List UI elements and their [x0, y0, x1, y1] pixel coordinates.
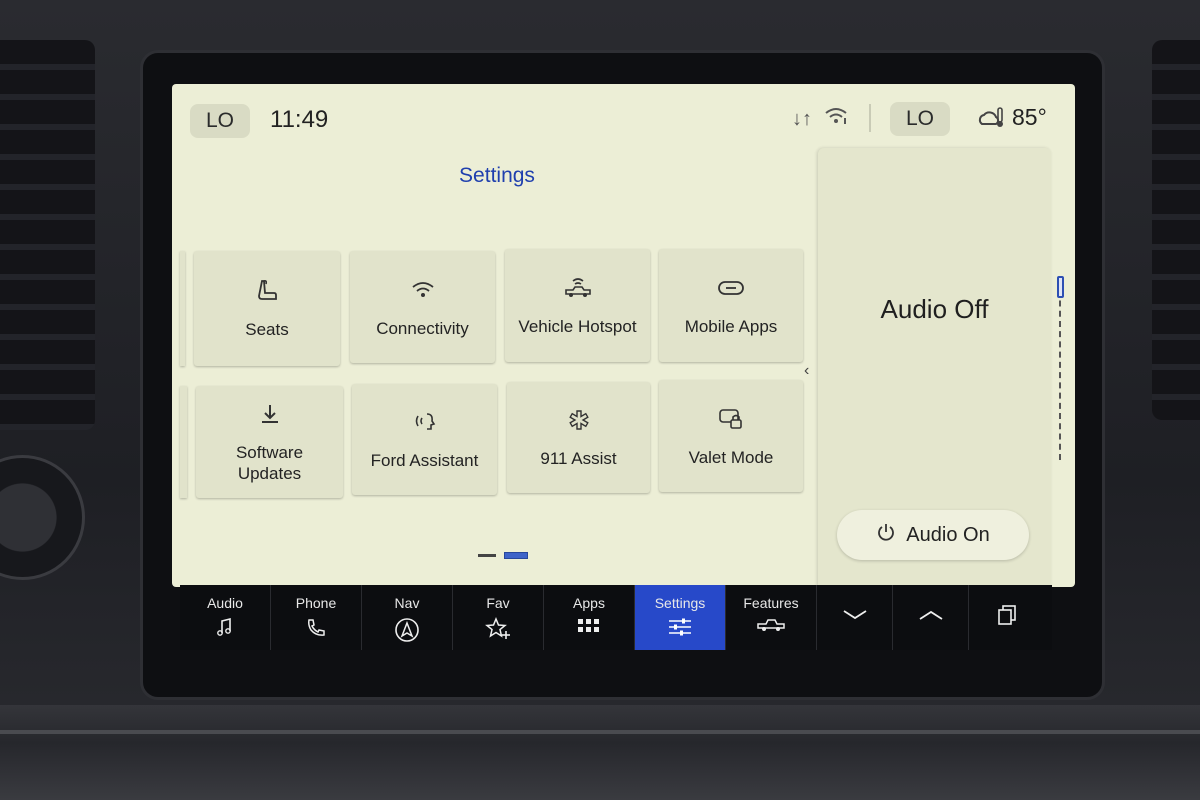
nav-label: Features [743, 595, 799, 611]
overlapping-windows-icon [997, 604, 1017, 631]
nav-label: Apps [573, 595, 605, 611]
vehicle-hotspot-icon [563, 274, 593, 302]
tile-mobile-apps[interactable]: Mobile Apps [659, 249, 803, 362]
scroll-down-button[interactable] [817, 585, 893, 650]
sliders-icon [667, 617, 693, 642]
nav-label: Phone [295, 595, 337, 611]
page-title: Settings [459, 164, 535, 187]
tile-label: Seats [245, 320, 289, 339]
phone-icon [305, 617, 327, 644]
nav-apps[interactable]: Apps [544, 585, 635, 650]
multitask-button[interactable] [969, 585, 1045, 650]
dashboard-trim-line [0, 730, 1200, 734]
audio-on-button[interactable]: Audio On [837, 510, 1029, 560]
status-bar: LO 11:49 ↓↑ LO 85° [172, 84, 1075, 150]
left-air-vent [0, 40, 95, 430]
tile-ford-assistant[interactable]: Ford Assistant [352, 384, 497, 495]
tile-vehicle-hotspot[interactable]: Vehicle Hotspot [505, 249, 650, 362]
voice-assistant-icon [413, 408, 437, 436]
driver-temp-badge[interactable]: LO [190, 104, 250, 138]
previous-page-tile-edge [180, 251, 185, 366]
seat-icon [254, 277, 280, 305]
audio-on-label: Audio On [906, 523, 990, 546]
apps-grid-icon [577, 617, 601, 640]
link-icon [717, 274, 745, 302]
chevron-down-icon [842, 608, 868, 627]
scrollbar-thumb[interactable] [1057, 276, 1064, 298]
emergency-icon [567, 406, 591, 434]
star-plus-icon [485, 617, 511, 646]
tile-label: Connectivity [376, 318, 469, 338]
page-dot[interactable] [478, 554, 496, 557]
valet-lock-icon [718, 405, 744, 433]
bottom-nav-bar: Audio Phone Nav Fav Apps Settings Featur… [180, 585, 1052, 650]
scroll-up-button[interactable] [893, 585, 969, 650]
tile-label: Software Updates [235, 443, 304, 483]
panel-collapse-chevron-icon[interactable]: ‹ [804, 362, 809, 380]
wifi-icon [411, 276, 435, 304]
tile-seats[interactable]: Seats [194, 251, 340, 366]
audio-status: Audio Off [880, 294, 989, 324]
outside-temperature: 85° [1012, 104, 1047, 130]
nav-settings[interactable]: Settings [635, 585, 726, 650]
tile-software-updates[interactable]: Software Updates [196, 386, 343, 498]
infotainment-screen: LO 11:49 ↓↑ LO 85° Settings Seats Connec… [172, 84, 1075, 587]
nav-label: Fav [486, 595, 510, 611]
right-air-vent [1152, 40, 1200, 420]
truck-icon [756, 617, 786, 638]
nav-phone[interactable]: Phone [271, 585, 362, 650]
music-note-icon [215, 617, 235, 642]
weather-cloud-thermometer-icon [976, 106, 1006, 135]
power-icon [876, 522, 896, 548]
dashboard-lower-trim [0, 705, 1200, 800]
nav-label: Nav [394, 595, 420, 611]
nav-features[interactable]: Features [726, 585, 817, 650]
nav-nav[interactable]: Nav [362, 585, 453, 650]
audio-side-panel: Audio Off Audio On [818, 148, 1051, 587]
tile-label: 911 Assist [540, 449, 617, 468]
clock: 11:49 [270, 106, 329, 133]
tile-label: Ford Assistant [370, 451, 479, 470]
tile-valet-mode[interactable]: Valet Mode [659, 380, 803, 492]
data-transfer-icon: ↓↑ [792, 108, 812, 130]
navigation-icon [394, 617, 420, 648]
nav-fav[interactable]: Fav [453, 585, 544, 650]
tile-label: Mobile Apps [684, 317, 778, 336]
passenger-temp-badge[interactable]: LO [890, 102, 950, 136]
tile-label: Vehicle Hotspot [518, 317, 637, 336]
scrollbar-track[interactable] [1059, 280, 1062, 460]
tile-connectivity[interactable]: Connectivity [350, 251, 495, 363]
nav-label: Audio [207, 595, 243, 611]
nav-label: Settings [654, 595, 706, 611]
page-dot-active[interactable] [504, 552, 528, 559]
tile-911-assist[interactable]: 911 Assist [507, 382, 650, 493]
previous-page-tile-edge [180, 386, 187, 498]
chevron-up-icon [918, 608, 944, 627]
tile-label: Valet Mode [688, 447, 774, 467]
wifi-signal-icon [824, 106, 848, 131]
download-icon [259, 400, 281, 428]
status-divider [869, 104, 871, 132]
nav-audio[interactable]: Audio [180, 585, 271, 650]
